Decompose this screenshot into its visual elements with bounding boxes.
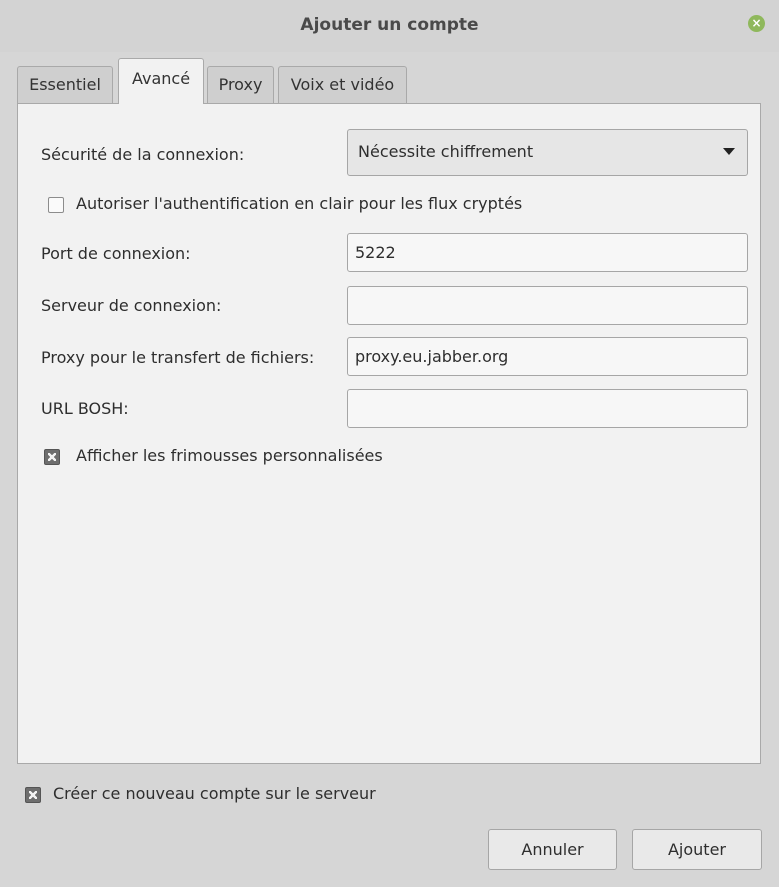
cancel-button[interactable]: Annuler [488,829,617,870]
tab-label: Voix et vidéo [290,75,395,94]
bosh-field[interactable] [347,389,748,428]
close-icon[interactable]: × [748,15,765,32]
port-label: Port de connexion: [41,244,191,263]
bosh-label: URL BOSH: [41,399,129,418]
create-account-label: Créer ce nouveau compte sur le serveur [53,784,376,803]
server-field[interactable] [347,286,748,325]
tab-avance[interactable]: Avancé [118,58,204,104]
security-value: Nécessite chiffrement [358,142,534,161]
security-label: Sécurité de la connexion: [41,145,245,164]
tab-label: Proxy [218,75,263,94]
port-field[interactable]: 5222 [347,233,748,272]
custom-smileys-label: Afficher les frimousses personnalisées [76,446,383,465]
chevron-down-icon [723,148,735,155]
security-combo[interactable]: Nécessite chiffrement [347,129,748,176]
server-label: Serveur de connexion: [41,296,222,315]
tab-essentiel[interactable]: Essentiel [17,66,113,104]
plaintext-auth-label: Autoriser l'authentification en clair po… [76,194,523,213]
custom-smileys-checkbox[interactable] [44,449,60,465]
file-proxy-field[interactable]: proxy.eu.jabber.org [347,337,748,376]
file-proxy-label: Proxy pour le transfert de fichiers: [41,348,315,367]
tab-proxy[interactable]: Proxy [207,66,274,104]
tab-label: Avancé [131,69,191,88]
tab-label: Essentiel [29,75,101,94]
title-bar[interactable]: Ajouter un compte × [0,0,779,52]
plaintext-auth-checkbox[interactable] [48,197,64,213]
tab-voice-video[interactable]: Voix et vidéo [278,66,407,104]
dialog-title: Ajouter un compte [300,15,479,35]
add-button[interactable]: Ajouter [632,829,762,870]
create-account-checkbox[interactable] [25,787,41,803]
add-account-dialog: Ajouter un compte × Essentiel Avancé Pro… [0,0,779,887]
